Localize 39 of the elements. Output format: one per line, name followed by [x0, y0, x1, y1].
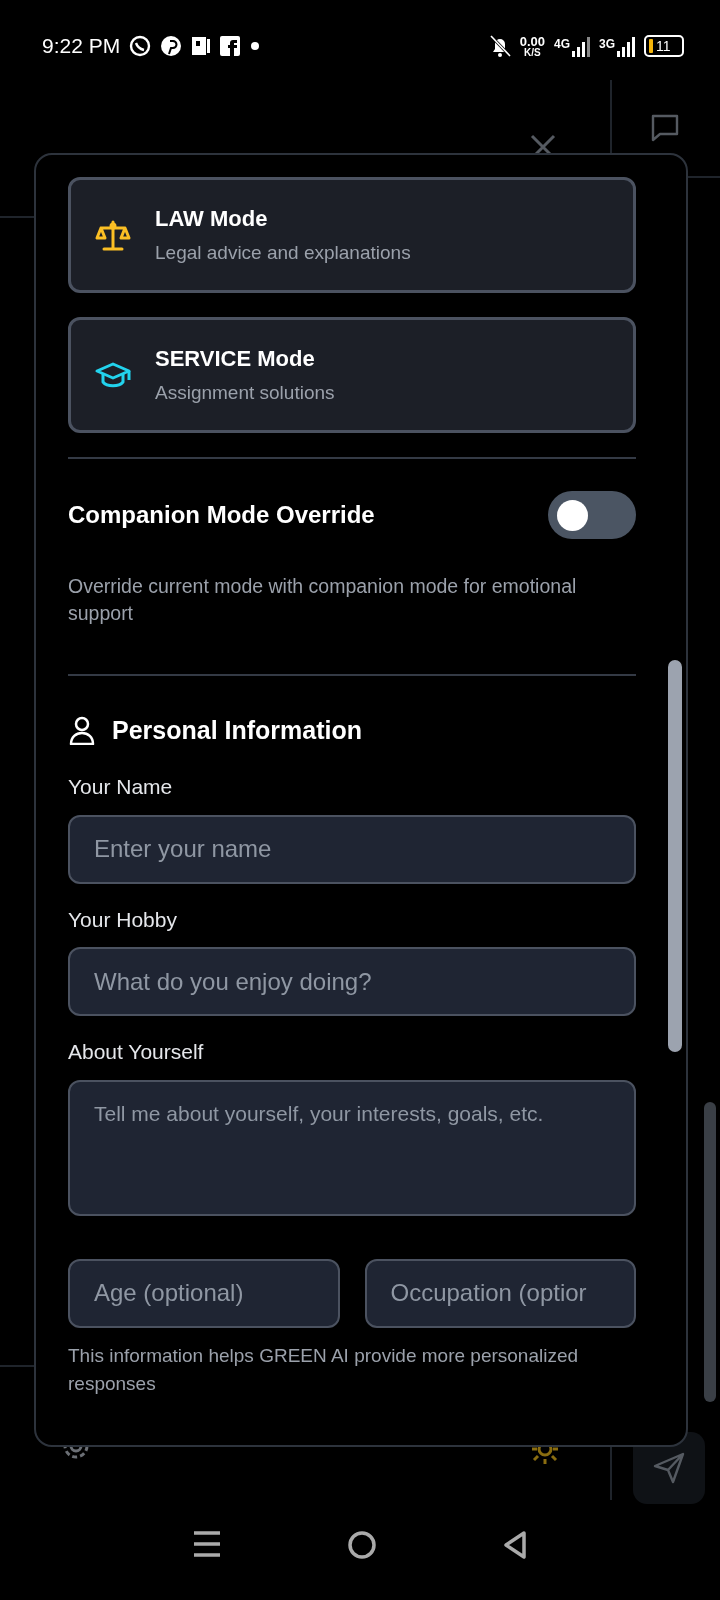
text-area[interactable]: Tell me about yourself, your interests, goals, etc.: [68, 1079, 636, 1216]
back-icon[interactable]: [501, 1530, 528, 1560]
home-icon[interactable]: [347, 1530, 377, 1560]
network-label: 3G: [599, 36, 615, 53]
status-time: 9:22 PM: [42, 33, 121, 60]
input-field[interactable]: What do you enjoy doing?: [68, 947, 636, 1017]
field-label: Your Name: [68, 774, 174, 801]
mode-description: Assignment solutions: [155, 381, 335, 406]
input-field[interactable]: Age (optional): [68, 1258, 340, 1328]
person-icon: [68, 715, 96, 746]
mode-title: SERVICE Mode: [155, 345, 316, 374]
scales-icon: [95, 219, 131, 251]
toggle-switch[interactable]: [548, 491, 636, 539]
speed-value: 0.00: [519, 34, 545, 48]
input-field[interactable]: Occupation (optior: [364, 1258, 636, 1328]
mode-card[interactable]: SERVICE Mode Assignment solutions: [68, 317, 636, 433]
helper-text: This information helps GREEN AI provide more personalized responses: [68, 1343, 580, 1397]
mode-card[interactable]: LAW Mode Legal advice and explanations: [68, 177, 636, 293]
menu-icon[interactable]: [192, 1530, 223, 1558]
battery-level: 11: [656, 36, 671, 56]
square-f-icon: [220, 36, 241, 56]
field-label: About Yourself: [68, 1039, 205, 1066]
message-icon[interactable]: [650, 113, 680, 143]
document-icon: [191, 35, 212, 57]
dot-icon: [249, 40, 262, 52]
setting-label: Companion Mode Override: [68, 500, 375, 530]
mode-title: LAW Mode: [155, 205, 269, 234]
mode-description: Legal advice and explanations: [155, 241, 411, 266]
speed-unit: K/S: [523, 47, 541, 58]
input-field[interactable]: Enter your name: [68, 814, 636, 884]
network-label: 4G: [553, 36, 570, 53]
signal-icon: [572, 35, 590, 57]
muted-bell-icon: [488, 34, 511, 58]
section-heading: Personal Information: [112, 714, 363, 746]
field-label: Your Hobby: [68, 906, 178, 933]
signal-icon: [617, 35, 635, 57]
chat-bubble-icon: [129, 35, 152, 57]
setting-description: Override current mode with companion mode for emotional support: [68, 574, 578, 627]
send-icon: [653, 1452, 685, 1484]
